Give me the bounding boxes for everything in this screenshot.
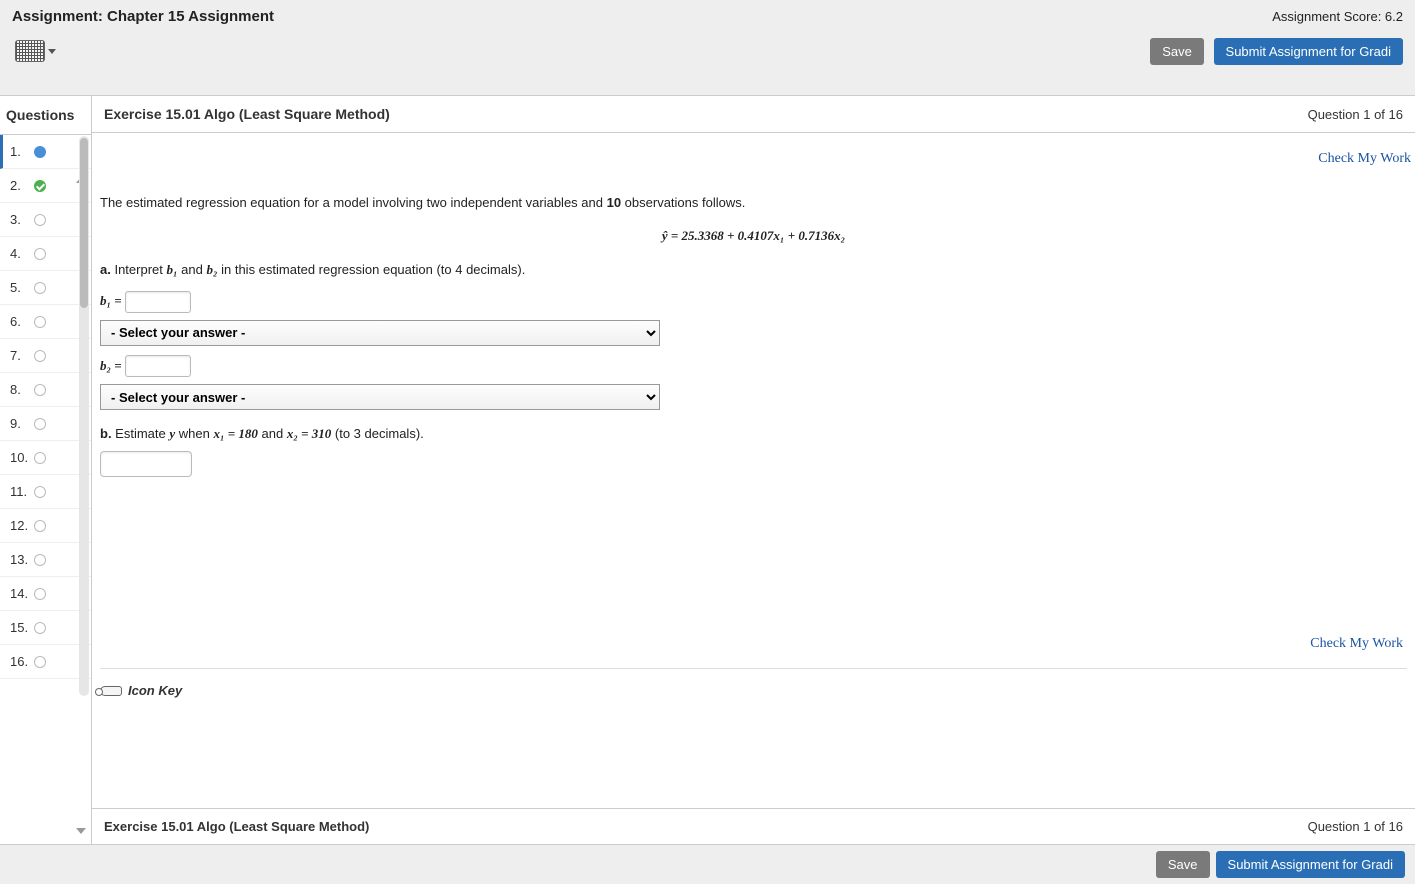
status-icon [34,384,46,396]
content-body: Check My Work The estimated regression e… [92,133,1415,808]
b1-label: b₁ = [100,293,122,308]
question-number: 11. [10,484,34,499]
sidebar-item-q4[interactable]: 4. [0,237,91,271]
regression-equation: ŷ = 25.3368 + 0.4107x₁ + 0.7136x₂ [100,224,1407,249]
sidebar-item-q7[interactable]: 7. [0,339,91,373]
b2-input[interactable] [125,355,191,377]
save-button-bottom[interactable]: Save [1156,851,1210,878]
questions-sidebar: Questions 1. 2. 3. 4. 5. 6. 7. 8. 9. 10. 11. 12. 13.… [0,96,92,844]
question-number: 15. [10,620,34,635]
status-icon [34,486,46,498]
sidebar-item-q6[interactable]: 6. [0,305,91,339]
sidebar-item-q9[interactable]: 9. [0,407,91,441]
problem-text: The estimated regression equation for a … [100,191,1415,712]
question-number: 10. [10,450,34,465]
status-icon [34,418,46,430]
footer-counter: Question 1 of 16 [1308,819,1403,834]
sidebar-scrollbar[interactable] [79,136,89,696]
status-icon [34,214,46,226]
status-icon [34,554,46,566]
question-number: 2. [10,178,34,193]
question-number: 14. [10,586,34,601]
status-icon [34,146,46,158]
question-list: 1. 2. 3. 4. 5. 6. 7. 8. 9. 10. 11. 12. 13. 14. 15. 16. [0,135,91,844]
status-icon [34,316,46,328]
question-number: 12. [10,518,34,533]
bottom-bar: Save Submit Assignment for Gradi [0,844,1415,884]
b2-label: b₂ = [100,358,122,373]
status-icon [34,520,46,532]
sidebar-item-q13[interactable]: 13. [0,543,91,577]
assignment-title: Assignment: Chapter 15 Assignment [12,8,274,25]
content-header: Exercise 15.01 Algo (Least Square Method… [92,96,1415,133]
status-icon [34,656,46,668]
question-number: 13. [10,552,34,567]
b1-input[interactable] [125,291,191,313]
question-number: 9. [10,416,34,431]
assignment-score: Assignment Score: 6.2 [1272,9,1403,24]
question-number: 16. [10,654,34,669]
status-icon [34,622,46,634]
sidebar-item-q1[interactable]: 1. [0,135,91,169]
status-icon [34,248,46,260]
y-estimate-input[interactable] [100,451,192,477]
chevron-down-icon [48,49,56,54]
question-number: 8. [10,382,34,397]
part-b-label: b. [100,426,112,441]
submit-button-bottom[interactable]: Submit Assignment for Gradi [1216,851,1405,878]
footer-exercise-title: Exercise 15.01 Algo (Least Square Method… [104,819,369,834]
status-icon [34,452,46,464]
sidebar-title: Questions [0,96,91,135]
icon-key-label: Icon Key [128,679,182,704]
sidebar-item-q16[interactable]: 16. [0,645,91,679]
part-a-label: a. [100,262,111,277]
question-number: 4. [10,246,34,261]
status-icon [34,282,46,294]
status-icon [34,588,46,600]
sidebar-item-q10[interactable]: 10. [0,441,91,475]
sidebar-item-q2[interactable]: 2. [0,169,91,203]
question-number: 5. [10,280,34,295]
sidebar-item-q14[interactable]: 14. [0,577,91,611]
scroll-down-icon[interactable] [76,828,86,834]
question-number: 3. [10,212,34,227]
content-footer: Exercise 15.01 Algo (Least Square Method… [92,808,1415,844]
status-icon [34,350,46,362]
status-icon [34,180,46,192]
sidebar-item-q12[interactable]: 12. [0,509,91,543]
sidebar-item-q8[interactable]: 8. [0,373,91,407]
exercise-title: Exercise 15.01 Algo (Least Square Method… [104,106,390,122]
b2-select[interactable]: - Select your answer - [100,384,660,410]
header-bar: Assignment: Chapter 15 Assignment Assign… [0,0,1415,96]
content-pane: Exercise 15.01 Algo (Least Square Method… [92,96,1415,844]
sidebar-item-q5[interactable]: 5. [0,271,91,305]
question-counter: Question 1 of 16 [1308,107,1403,122]
icon-key-row[interactable]: Icon Key [100,668,1407,712]
submit-button[interactable]: Submit Assignment for Gradi [1214,38,1403,65]
question-number: 6. [10,314,34,329]
question-number: 1. [10,144,34,159]
question-number: 7. [10,348,34,363]
keyboard-icon [15,40,45,62]
sidebar-item-q11[interactable]: 11. [0,475,91,509]
key-icon [100,686,122,696]
sidebar-item-q15[interactable]: 15. [0,611,91,645]
check-my-work-link[interactable]: Check My Work [100,137,1415,191]
sidebar-item-q3[interactable]: 3. [0,203,91,237]
check-my-work-link-bottom[interactable]: Check My Work [100,617,1407,668]
b1-select[interactable]: - Select your answer - [100,320,660,346]
keyboard-toggle[interactable] [12,37,59,65]
save-button[interactable]: Save [1150,38,1204,65]
